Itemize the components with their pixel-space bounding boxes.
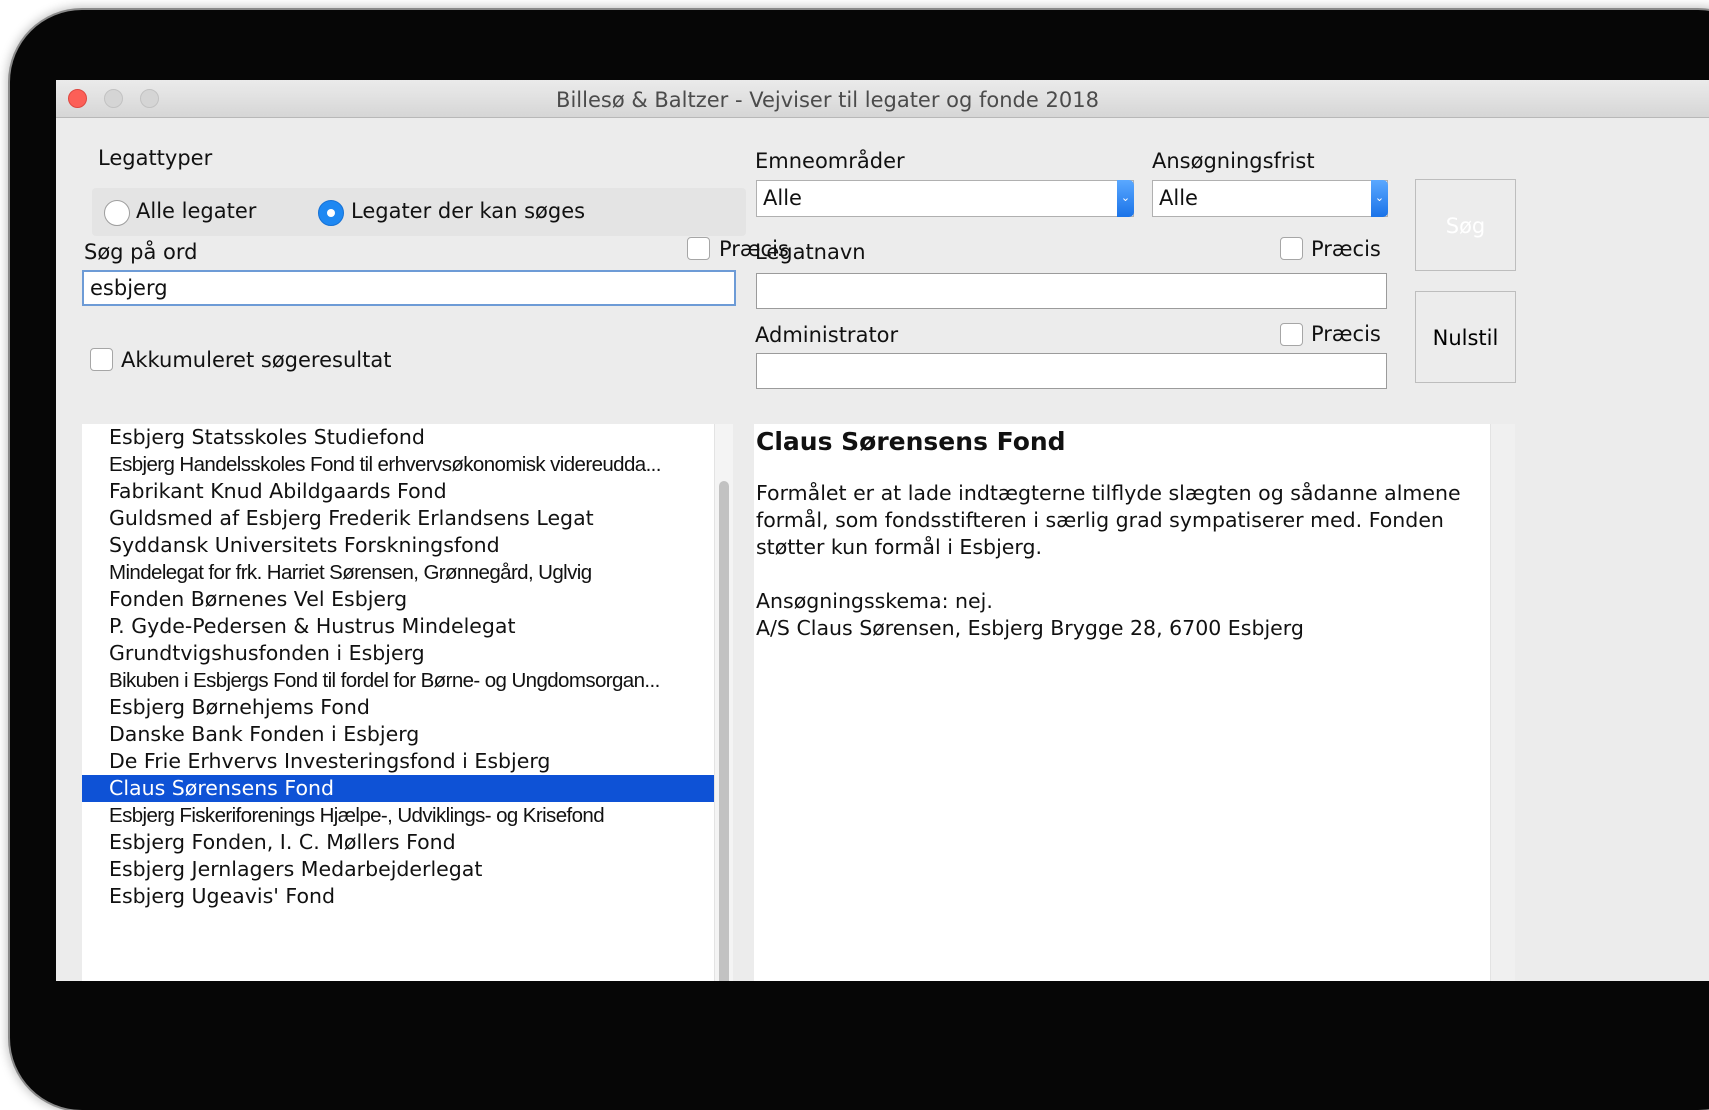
chevron-up-down-icon: ⌄ [1117, 180, 1134, 217]
administrator-input[interactable] [756, 353, 1387, 389]
search-word-input[interactable] [82, 270, 736, 306]
emneomraader-value: Alle [763, 186, 802, 210]
detail-purpose-line: formål, som fondsstifteren i særlig grad… [756, 508, 1444, 532]
ansoegningsfrist-value: Alle [1159, 186, 1198, 210]
list-item[interactable]: Esbjerg Handelsskoles Fond til erhvervsø… [82, 451, 714, 478]
radio-alle-legater-label[interactable]: Alle legater [136, 199, 256, 223]
administrator-precise-label[interactable]: Præcis [1311, 322, 1381, 346]
title-bar: Billesø & Baltzer - Vejviser til legater… [56, 80, 1709, 118]
list-item[interactable]: Esbjerg Fiskeriforenings Hjælpe-, Udvikl… [82, 802, 714, 829]
reset-button[interactable]: Nulstil [1415, 291, 1516, 383]
list-item[interactable]: Claus Sørensens Fond [82, 775, 714, 802]
list-item[interactable]: De Frie Erhvervs Investeringsfond i Esbj… [82, 748, 714, 775]
detail-info-line: Ansøgningsskema: nej. [756, 589, 993, 613]
list-item[interactable]: Fonden Børnenes Vel Esbjerg [82, 586, 714, 613]
results-scrollbar[interactable] [714, 424, 733, 981]
detail-title: Claus Sørensens Fond [756, 427, 1066, 456]
list-item[interactable]: Esbjerg Statsskoles Studiefond [82, 424, 714, 451]
list-item[interactable]: Grundtvigshusfonden i Esbjerg [82, 640, 714, 667]
legatnavn-precise-label[interactable]: Præcis [1311, 237, 1381, 261]
ansoegningsfrist-select[interactable]: Alle ⌄ [1152, 180, 1388, 217]
list-item[interactable]: Esbjerg Fonden, I. C. Møllers Fond [82, 829, 714, 856]
window-title: Billesø & Baltzer - Vejviser til legater… [556, 88, 1099, 112]
list-item[interactable]: Syddansk Universitets Forskningsfond [82, 532, 714, 559]
emneomraader-select[interactable]: Alle ⌄ [756, 180, 1134, 217]
radio-legater-der-kan-soeges-label[interactable]: Legater der kan søges [351, 199, 585, 223]
list-item[interactable]: Esbjerg Børnehjems Fond [82, 694, 714, 721]
legatnavn-label: Legatnavn [755, 240, 866, 264]
legattyper-radio-group: Alle legater Legater der kan søges [92, 188, 746, 236]
administrator-label: Administrator [755, 323, 899, 347]
emneomraader-label: Emneområder [755, 149, 905, 173]
results-list[interactable]: Esbjerg Statsskoles Studiefond Esbjerg Ha… [82, 424, 714, 981]
list-item[interactable]: P. Gyde-Pedersen & Hustrus Mindelegat [82, 613, 714, 640]
administrator-precise-checkbox[interactable] [1280, 323, 1303, 346]
detail-purpose-line: støtter kun formål i Esbjerg. [756, 535, 1042, 559]
list-item[interactable]: Mindelegat for frk. Harriet Sørensen, Gr… [82, 559, 714, 586]
accumulated-label[interactable]: Akkumuleret søgeresultat [121, 348, 391, 372]
search-button[interactable]: Søg [1415, 179, 1516, 271]
radio-alle-legater[interactable] [104, 200, 130, 226]
search-word-label: Søg på ord [84, 240, 198, 264]
list-item[interactable]: Danske Bank Fonden i Esbjerg [82, 721, 714, 748]
legattyper-label: Legattyper [98, 146, 213, 170]
legatnavn-input[interactable] [756, 273, 1387, 309]
detail-purpose-line: Formålet er at lade indtægterne tilflyde… [756, 481, 1461, 505]
detail-scrollbar[interactable] [1490, 424, 1515, 981]
detail-pane: Claus Sørensens Fond Formålet er at lade… [754, 424, 1490, 981]
detail-info-line: A/S Claus Sørensen, Esbjerg Brygge 28, 6… [756, 616, 1304, 640]
chevron-up-down-icon: ⌄ [1371, 180, 1388, 217]
accumulated-checkbox[interactable] [90, 348, 113, 371]
list-item[interactable]: Fabrikant Knud Abildgaards Fond [82, 478, 714, 505]
list-item[interactable]: Esbjerg Ugeavis' Fond [82, 883, 714, 910]
results-scrollbar-thumb[interactable] [719, 481, 729, 981]
list-item[interactable]: Guldsmed af Esbjerg Frederik Erlandsens … [82, 505, 714, 532]
search-word-precise-checkbox[interactable] [687, 237, 710, 260]
legatnavn-precise-checkbox[interactable] [1280, 237, 1303, 260]
list-item[interactable]: Bikuben i Esbjergs Fond til fordel for B… [82, 667, 714, 694]
app-window: Billesø & Baltzer - Vejviser til legater… [56, 80, 1709, 981]
ansoegningsfrist-label: Ansøgningsfrist [1152, 149, 1315, 173]
radio-legater-der-kan-soeges[interactable] [318, 200, 344, 226]
list-item[interactable]: Esbjerg Jernlagers Medarbejderlegat [82, 856, 714, 883]
